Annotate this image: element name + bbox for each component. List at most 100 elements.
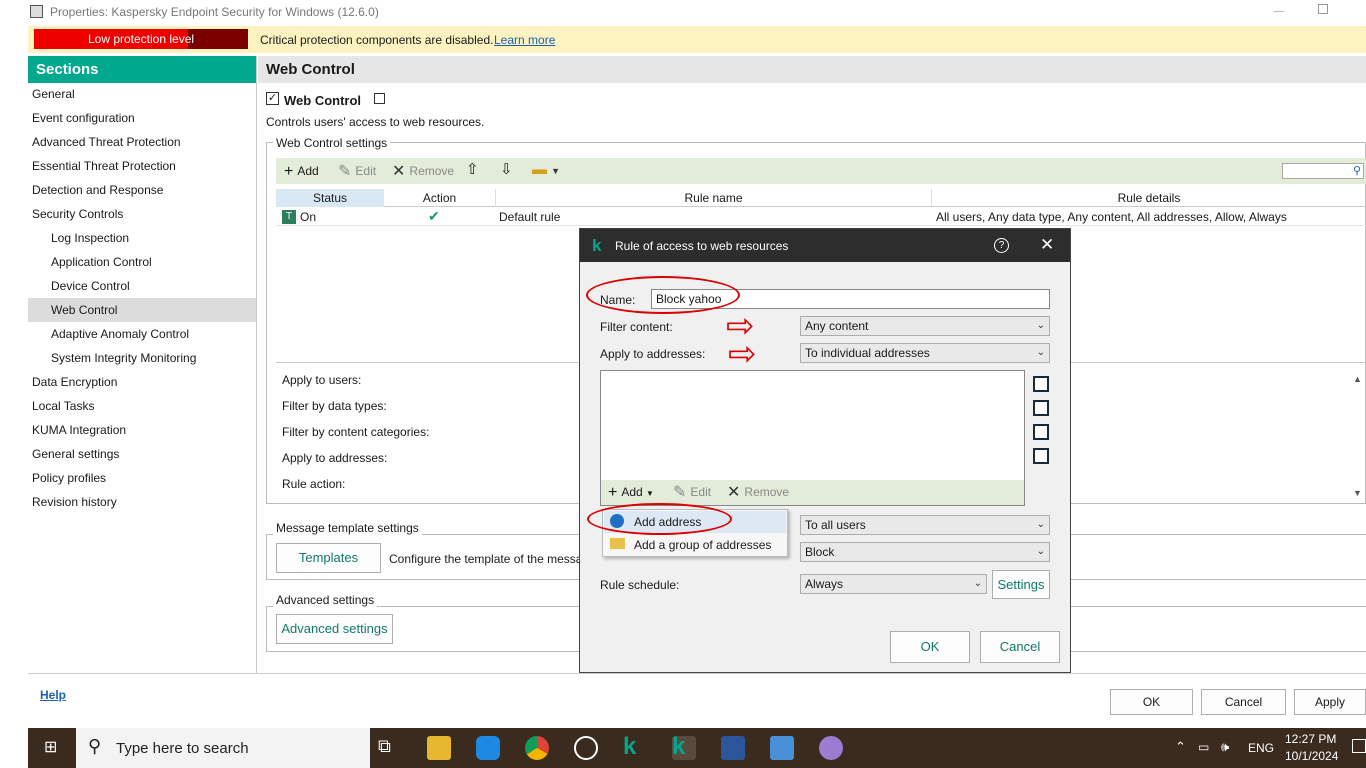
remote-desktop-icon[interactable] [770, 736, 794, 760]
sidebar-item-kuma-integration[interactable]: KUMA Integration [28, 418, 256, 442]
dialog-cancel-button[interactable]: Cancel [980, 631, 1060, 663]
taskbar-search-box[interactable]: ⚲ Type here to search [76, 728, 370, 768]
sidebar-item-application-control[interactable]: Application Control [28, 250, 256, 274]
close-icon[interactable]: ✕ [1040, 235, 1054, 255]
sidebar-item-general-settings[interactable]: General settings [28, 442, 256, 466]
chrome-icon[interactable] [525, 736, 549, 760]
help-icon[interactable]: ? [994, 238, 1009, 253]
language-indicator[interactable]: ENG [1248, 741, 1274, 755]
copy-icon[interactable] [1033, 424, 1049, 440]
windows-start-icon[interactable]: ⊞ [44, 740, 60, 756]
sidebar-item-security-controls[interactable]: Security Controls [28, 202, 256, 226]
clock-time[interactable]: 12:27 PM [1285, 732, 1336, 746]
taskbar: ⊞ ⚲ Type here to search ⧉ k k ⌃ ▭ 🕪 ENG … [0, 728, 1366, 768]
add-rule-button[interactable]: + Add [284, 163, 319, 180]
file-explorer-icon[interactable] [427, 736, 451, 760]
address-toolbar: + Add ▼ ✎ Edit ✕ Remove [601, 480, 1024, 505]
chevron-down-icon: ⌄ [973, 578, 982, 589]
rule-action-select[interactable]: Block ⌄ [800, 542, 1050, 562]
edit-address-button[interactable]: ✎ Edit [673, 484, 711, 501]
notification-icon[interactable] [1352, 739, 1366, 753]
lock-icon[interactable] [374, 93, 385, 104]
table-row[interactable]: T On ✔ Default rule All users, Any data … [276, 208, 1366, 226]
column-rule-details[interactable]: Rule details [932, 189, 1366, 207]
learn-more-link[interactable]: Learn more [494, 33, 555, 47]
sidebar-item-policy-profiles[interactable]: Policy profiles [28, 466, 256, 490]
scroll-down-icon[interactable]: ▼ [1353, 488, 1362, 498]
rule-enabled-icon[interactable]: T [282, 210, 296, 224]
remove-address-button[interactable]: ✕ Remove [727, 484, 789, 501]
filter-content-select[interactable]: Any content ⌄ [800, 316, 1050, 336]
folder-menu-icon[interactable]: ▬ ▼ [532, 162, 560, 179]
main-ok-button[interactable]: OK [1110, 689, 1193, 715]
filter-content-label: Filter content: [600, 320, 673, 334]
minimize-icon[interactable] [1274, 11, 1284, 12]
app-icon[interactable] [476, 736, 500, 760]
media-player-icon[interactable] [574, 736, 598, 760]
volume-icon[interactable]: 🕪 [1221, 739, 1229, 755]
sidebar-item-system-integrity-monitoring[interactable]: System Integrity Monitoring [28, 346, 256, 370]
rule-schedule-select[interactable]: Always ⌄ [800, 574, 987, 594]
sidebar-item-log-inspection[interactable]: Log Inspection [28, 226, 256, 250]
kaspersky-active-icon[interactable]: k [672, 735, 696, 760]
remove-rule-button[interactable]: ✕ Remove [392, 163, 454, 180]
paste-icon[interactable] [1033, 448, 1049, 464]
edit-rule-button[interactable]: ✎ Edit [338, 163, 376, 180]
plus-icon: + [608, 483, 618, 501]
help-link[interactable]: Help [40, 688, 66, 702]
main-apply-button[interactable]: Apply [1294, 689, 1366, 715]
sidebar-item-web-control[interactable]: Web Control [28, 298, 256, 322]
advanced-settings-button[interactable]: Advanced settings [276, 614, 393, 644]
network-icon[interactable]: ▭ [1198, 740, 1209, 754]
sidebar-item-event-configuration[interactable]: Event configuration [28, 106, 256, 130]
main-cancel-button[interactable]: Cancel [1201, 689, 1286, 715]
banner-message: Critical protection components are disab… [260, 33, 494, 47]
rules-search-input[interactable]: ⚲ [1282, 163, 1364, 179]
sidebar-item-adaptive-anomaly-control[interactable]: Adaptive Anomaly Control [28, 322, 256, 346]
menu-item-add-group[interactable]: Add a group of addresses [604, 534, 786, 556]
kaspersky-icon[interactable]: k [623, 735, 647, 760]
window-title: Properties: Kaspersky Endpoint Security … [50, 5, 379, 19]
column-status[interactable]: Status [276, 189, 384, 207]
component-description: Controls users' access to web resources. [266, 115, 485, 129]
schedule-settings-button[interactable]: Settings [992, 570, 1050, 599]
rule-dialog: k Rule of access to web resources ? ✕ Na… [579, 228, 1071, 673]
import-icon[interactable] [1033, 400, 1049, 416]
apply-users-select[interactable]: To all users ⌄ [800, 515, 1050, 535]
templates-button[interactable]: Templates [276, 543, 381, 573]
sidebar-item-local-tasks[interactable]: Local Tasks [28, 394, 256, 418]
sidebar-item-revision-history[interactable]: Revision history [28, 490, 256, 514]
task-view-icon[interactable]: ⧉ [378, 736, 402, 760]
sidebar-item-detection-response[interactable]: Detection and Response [28, 178, 256, 202]
protection-level-badge: Low protection level [34, 29, 248, 49]
red-arrow-icon: ⇨ [728, 335, 757, 373]
protection-banner: Low protection level Critical protection… [28, 26, 1366, 53]
word-icon[interactable] [721, 736, 745, 760]
apply-addresses-select[interactable]: To individual addresses ⌄ [800, 343, 1050, 363]
paint-icon[interactable] [819, 736, 843, 760]
column-rule-name[interactable]: Rule name [496, 189, 932, 207]
sidebar-item-advanced-threat-protection[interactable]: Advanced Threat Protection [28, 130, 256, 154]
sidebar-item-data-encryption[interactable]: Data Encryption [28, 370, 256, 394]
add-address-annotation-ellipse [587, 503, 732, 535]
sidebar-item-device-control[interactable]: Device Control [28, 274, 256, 298]
move-up-icon[interactable]: ⇧ [466, 162, 479, 178]
restore-icon[interactable] [1318, 4, 1328, 14]
dialog-title: Rule of access to web resources [615, 239, 789, 253]
clock-date[interactable]: 10/1/2024 [1285, 749, 1338, 763]
web-control-checkbox[interactable]: ✓ [266, 92, 279, 105]
templates-description: Configure the template of the messag [389, 552, 590, 566]
page-title: Web Control [258, 56, 1366, 83]
move-down-icon[interactable]: ⇩ [500, 162, 513, 178]
sidebar-item-essential-threat-protection[interactable]: Essential Threat Protection [28, 154, 256, 178]
chevron-up-icon[interactable]: ⌃ [1175, 739, 1186, 755]
rules-toolbar: + Add ✎ Edit ✕ Remove ⇧ ⇩ ▬ ▼ ⚲ [276, 158, 1366, 184]
sidebar-item-general[interactable]: General [28, 82, 256, 106]
rules-table-header: Status Action Rule name Rule details [276, 189, 1366, 207]
add-address-dropdown-button[interactable]: + Add ▼ [608, 484, 654, 502]
search-icon: ⚲ [88, 736, 102, 756]
export-icon[interactable] [1033, 376, 1049, 392]
scroll-up-icon[interactable]: ▲ [1353, 374, 1362, 384]
dialog-ok-button[interactable]: OK [890, 631, 970, 663]
column-action[interactable]: Action [384, 189, 496, 207]
